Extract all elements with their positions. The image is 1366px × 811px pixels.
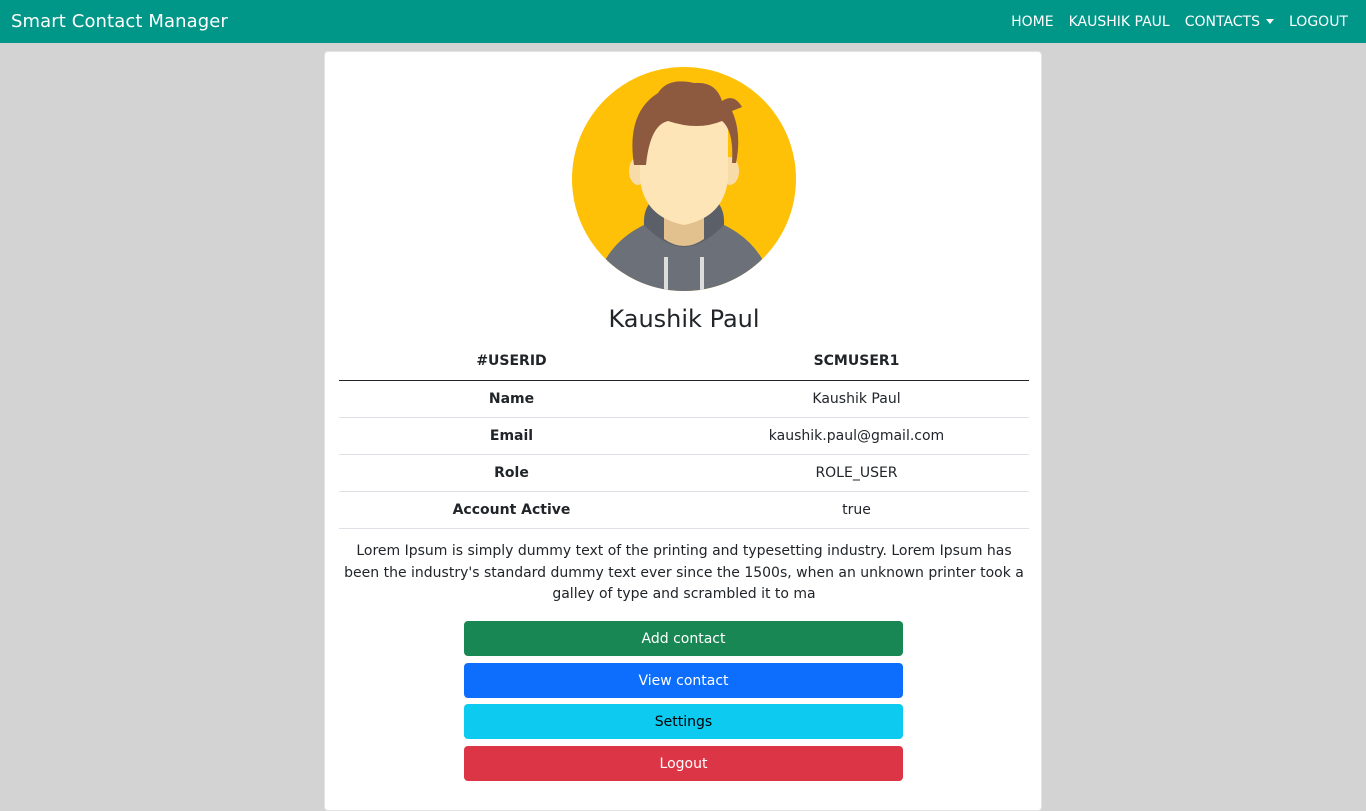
name-value: Kaushik Paul	[812, 390, 901, 407]
profile-card: Kaushik Paul #USERID SCMUSER1 Name Kaush…	[324, 51, 1042, 811]
user-avatar-icon	[572, 67, 796, 291]
user-info-table: #USERID SCMUSER1 Name Kaushik Paul Email…	[339, 342, 1029, 529]
nav-logout-link[interactable]: LOGOUT	[1289, 14, 1348, 30]
email-label: Email	[489, 427, 534, 444]
navbar: Smart Contact Manager HOME KAUSHIK PAUL …	[0, 0, 1366, 43]
account-active-value: true	[842, 501, 871, 518]
nav-links: HOME KAUSHIK PAUL CONTACTS LOGOUT	[996, 14, 1348, 30]
table-row: Account Active true	[339, 491, 1029, 528]
brand-title[interactable]: Smart Contact Manager	[11, 11, 228, 32]
userid-value: SCMUSER1	[684, 342, 1029, 381]
view-contact-button[interactable]: View contact	[464, 663, 903, 698]
role-label: Role	[494, 464, 529, 481]
settings-button[interactable]: Settings	[464, 704, 903, 739]
chevron-down-icon	[1266, 19, 1274, 24]
nav-user-link[interactable]: KAUSHIK PAUL	[1069, 14, 1170, 30]
profile-description: Lorem Ipsum is simply dummy text of the …	[344, 543, 1024, 602]
userid-label: #USERID	[339, 342, 684, 381]
profile-name: Kaushik Paul	[608, 305, 760, 333]
table-header-row: #USERID SCMUSER1	[339, 342, 1029, 381]
table-row: Email kaushik.paul@gmail.com	[339, 417, 1029, 454]
table-row: Role ROLE_USER	[339, 454, 1029, 491]
email-value: kaushik.paul@gmail.com	[768, 427, 945, 444]
name-label: Name	[488, 390, 535, 407]
table-row: Name Kaushik Paul	[339, 380, 1029, 417]
add-contact-button[interactable]: Add contact	[464, 621, 903, 656]
nav-contacts-dropdown[interactable]: CONTACTS	[1185, 14, 1274, 30]
role-value: ROLE_USER	[815, 464, 898, 481]
logout-button[interactable]: Logout	[464, 746, 903, 781]
account-active-label: Account Active	[452, 501, 571, 518]
nav-home-link[interactable]: HOME	[1011, 14, 1053, 30]
nav-contacts-label: CONTACTS	[1184, 13, 1260, 30]
